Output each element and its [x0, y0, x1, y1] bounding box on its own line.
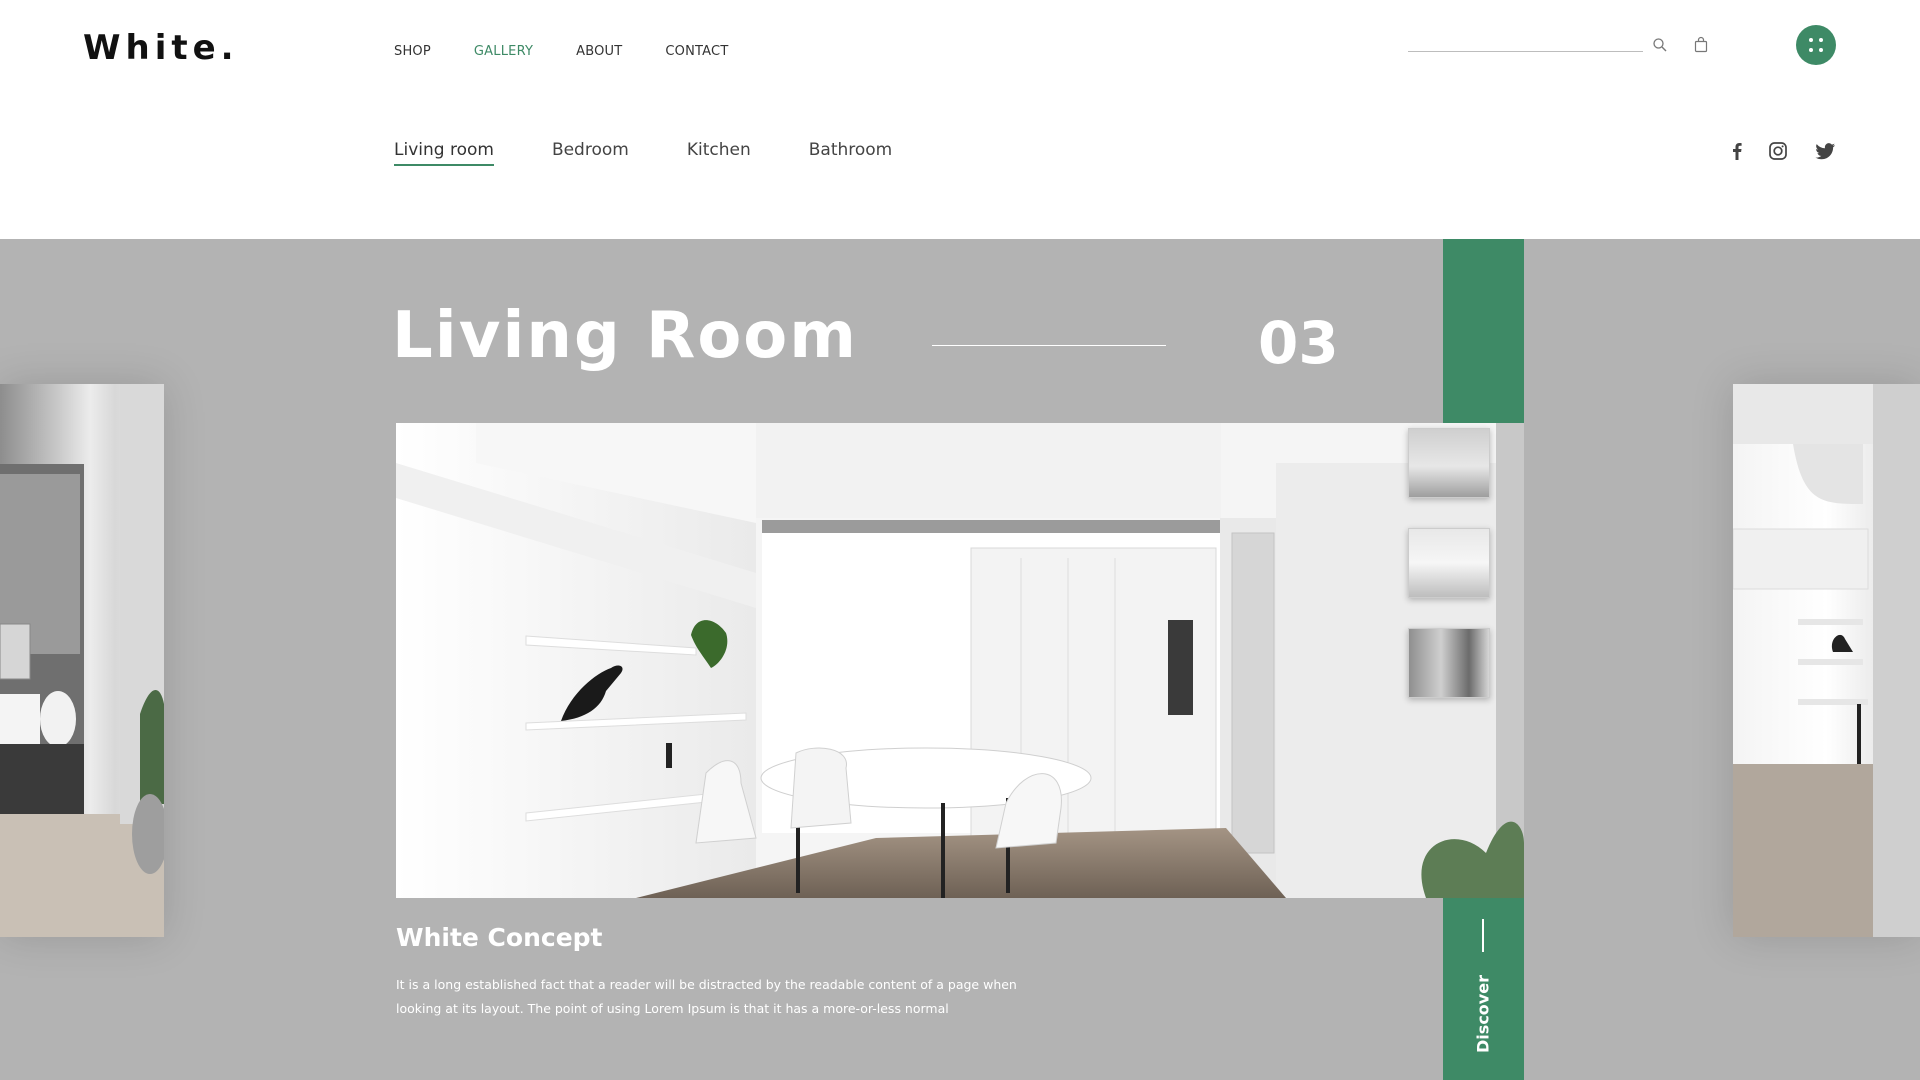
page-title: Living Room: [392, 299, 858, 373]
search-icon[interactable]: [1652, 37, 1668, 53]
tab-bathroom[interactable]: Bathroom: [809, 140, 893, 166]
site-logo[interactable]: White.: [83, 28, 239, 68]
nav-gallery[interactable]: GALLERY: [474, 44, 533, 59]
instagram-icon[interactable]: [1767, 140, 1789, 162]
bag-icon[interactable]: [1694, 36, 1708, 53]
thumbnail-kitchen[interactable]: [1408, 528, 1490, 598]
category-tabs: Living room Bedroom Kitchen Bathroom: [394, 140, 950, 166]
accent-bar-top: [1443, 239, 1524, 423]
facebook-icon[interactable]: [1726, 140, 1748, 162]
concept-description: It is a long established fact that a rea…: [396, 977, 1017, 1016]
previous-slide-image[interactable]: [0, 384, 164, 937]
thumbnail-bathroom[interactable]: [1408, 428, 1490, 498]
discover-divider: [1482, 919, 1484, 952]
tab-kitchen[interactable]: Kitchen: [687, 140, 751, 166]
title-divider: [932, 345, 1166, 346]
concept-title: White Concept: [396, 923, 603, 952]
tab-living-room[interactable]: Living room: [394, 140, 494, 166]
hero-image[interactable]: [396, 423, 1524, 898]
nav-about[interactable]: ABOUT: [576, 44, 622, 59]
main-nav: SHOP GALLERY ABOUT CONTACT: [394, 44, 771, 59]
slide-counter: 03: [1258, 309, 1339, 377]
menu-button[interactable]: [1796, 25, 1836, 65]
nav-contact[interactable]: CONTACT: [665, 44, 728, 59]
nav-shop[interactable]: SHOP: [394, 44, 431, 59]
discover-label[interactable]: Discover: [1474, 975, 1493, 1053]
search-input[interactable]: [1408, 51, 1643, 52]
tab-bedroom[interactable]: Bedroom: [552, 140, 629, 166]
next-slide-image[interactable]: [1733, 384, 1920, 937]
gallery-stage: Living Room 03 White Concept It is a lon…: [0, 239, 1920, 1080]
thumbnail-bedroom[interactable]: [1408, 628, 1490, 698]
twitter-icon[interactable]: [1814, 140, 1836, 162]
